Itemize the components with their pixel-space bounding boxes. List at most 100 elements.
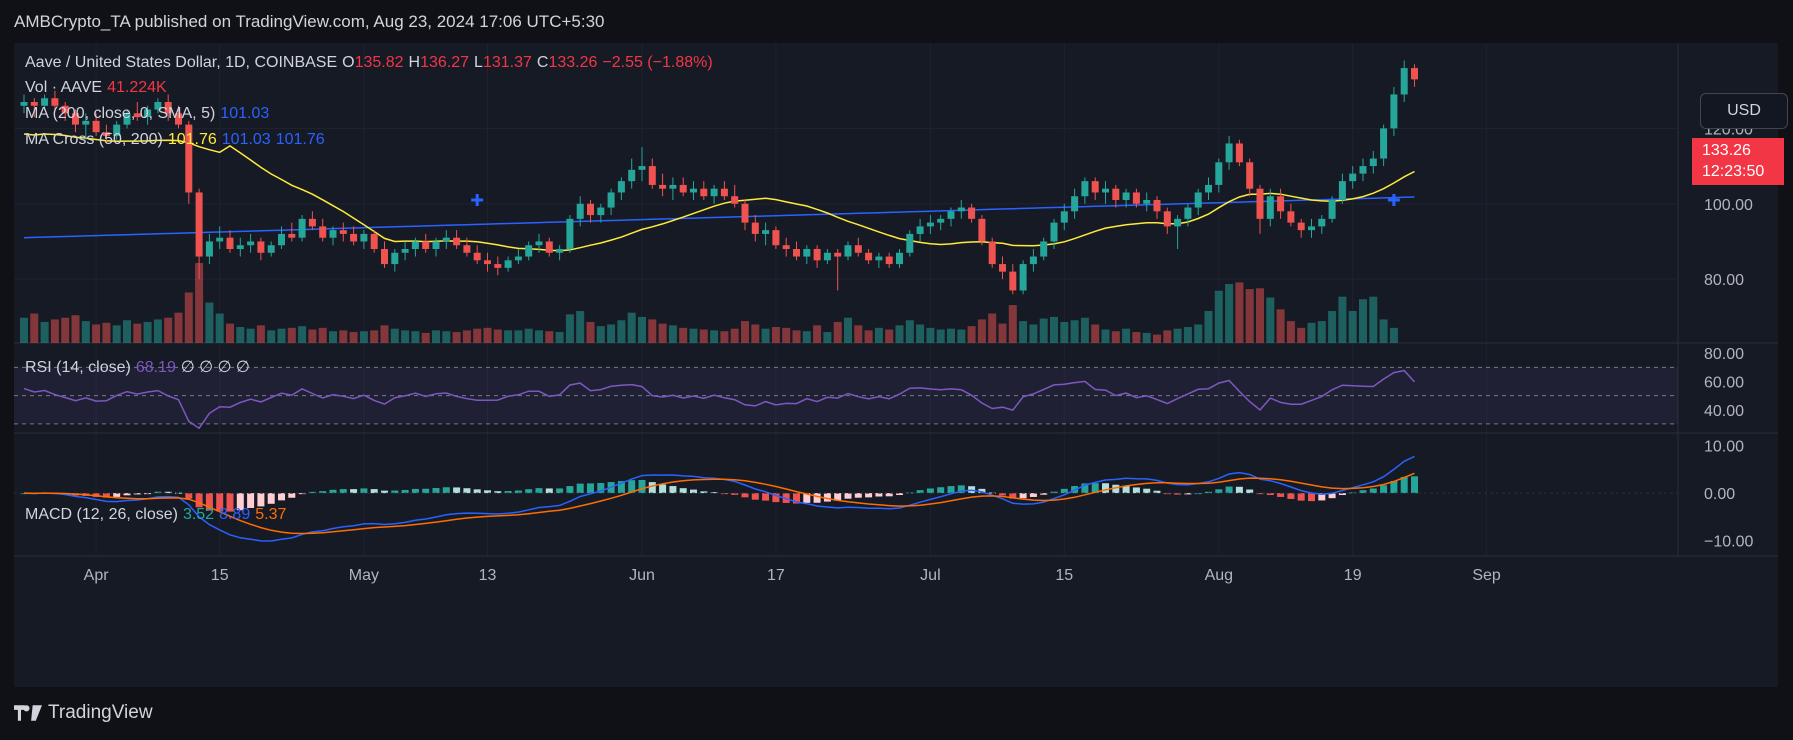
- low-value: 131.37: [482, 54, 532, 71]
- volume-bar: [514, 330, 523, 343]
- candle-body: [803, 249, 811, 257]
- candle-body: [298, 218, 306, 238]
- volume-bar: [535, 330, 543, 343]
- macd-histogram-bar: [1369, 488, 1377, 494]
- volume-bar: [947, 328, 955, 343]
- candle-body: [576, 203, 584, 219]
- rsi-extra: ∅ ∅ ∅ ∅: [180, 359, 250, 376]
- macd-histogram-bar: [741, 493, 749, 498]
- candle-body: [669, 184, 677, 189]
- price-tag-countdown: 12:23:50: [1702, 163, 1765, 180]
- candle-body: [1256, 188, 1264, 219]
- volume-bar: [411, 331, 420, 343]
- volume-bar: [1019, 321, 1028, 343]
- volume-bar: [1183, 327, 1192, 343]
- symbol-legend: Aave / United States Dollar, 1D, COINBAS…: [25, 54, 718, 72]
- ma-cross-legend: MA Cross (50, 200) 101.76 101.03 101.76: [25, 131, 330, 149]
- volume-bar: [1286, 321, 1295, 343]
- candle-body: [525, 245, 533, 257]
- macd-histogram-bar: [926, 488, 934, 494]
- candle-body: [484, 260, 491, 265]
- volume-bar: [916, 324, 925, 343]
- candle-body: [1060, 211, 1068, 223]
- volume-bar: [689, 328, 698, 343]
- candle-body: [545, 241, 553, 253]
- candle-body: [473, 252, 481, 261]
- candle-body: [1277, 196, 1285, 212]
- candle-body: [906, 233, 914, 253]
- macd-histogram-bar: [1277, 493, 1285, 497]
- candle-body: [1163, 211, 1171, 227]
- candle-body: [411, 241, 419, 249]
- volume-bar: [1389, 327, 1398, 343]
- volume-bar: [20, 317, 28, 343]
- close-value: 133.26: [548, 54, 598, 71]
- volume-bar: [504, 330, 513, 343]
- volume-bar: [926, 327, 935, 343]
- high-label: H: [408, 54, 421, 71]
- volume-bar: [256, 325, 265, 343]
- macd-axis-label: 10.00: [1704, 439, 1744, 456]
- candle-body: [226, 237, 234, 249]
- volume-bar: [329, 331, 337, 343]
- x-axis-label: 19: [1344, 567, 1362, 584]
- tradingview-logo-text: TradingView: [48, 702, 153, 723]
- macd-histogram-bar: [1287, 493, 1295, 499]
- candle-body: [1328, 200, 1336, 219]
- candle-body: [844, 245, 852, 257]
- volume-bar: [1163, 330, 1172, 343]
- macd-histogram-bar: [669, 486, 677, 494]
- volume-bar: [421, 332, 430, 343]
- volume-bar: [61, 317, 70, 343]
- volume-bar: [153, 319, 162, 343]
- rsi-axis-label: 60.00: [1704, 375, 1744, 392]
- volume-bar: [112, 325, 121, 343]
- macd-histogram-bar: [463, 488, 471, 494]
- volume-bar: [627, 312, 636, 343]
- candle-body: [1194, 192, 1202, 208]
- x-axis-label: 13: [479, 567, 497, 584]
- candle-body: [1071, 196, 1079, 212]
- tradingview-logo[interactable]: TradingView: [14, 702, 153, 724]
- macd-value: 3.52: [182, 506, 215, 523]
- candle-body: [1009, 271, 1017, 291]
- candle-body: [947, 211, 955, 219]
- candle-body: [453, 237, 461, 246]
- symbol-label: Aave / United States Dollar, 1D, COINBAS…: [25, 54, 338, 71]
- volume-bar: [432, 330, 440, 343]
- candle-body: [401, 249, 409, 253]
- macd-histogram-bar: [545, 488, 553, 494]
- x-axis-label: 15: [211, 567, 229, 584]
- macd-histogram-bar: [1102, 483, 1109, 494]
- x-axis-label: Apr: [84, 567, 110, 584]
- volume-bar: [751, 324, 760, 343]
- volume-bar: [442, 331, 451, 343]
- volume-bar: [1266, 297, 1275, 343]
- volume-bar: [668, 325, 677, 343]
- volume-bar: [184, 292, 193, 343]
- ma-cross-value-b: 101.03: [221, 131, 271, 148]
- candle-body: [1390, 94, 1398, 129]
- macd-histogram-bar: [659, 484, 667, 494]
- macd-histogram-bar: [278, 493, 285, 501]
- volume-bar: [658, 323, 667, 343]
- volume-bar: [895, 325, 904, 343]
- volume-bar: [1369, 296, 1378, 343]
- candle-body: [1349, 173, 1357, 182]
- candle-body: [432, 241, 440, 249]
- candle-body: [278, 233, 285, 246]
- candle-body: [463, 245, 471, 253]
- candle-body: [1050, 222, 1058, 242]
- macd-histogram-bar: [1297, 493, 1305, 501]
- volume-bar: [1070, 320, 1079, 343]
- currency-button[interactable]: USD: [1700, 93, 1788, 129]
- macd-histogram-bar: [576, 483, 584, 494]
- macd-histogram-bar: [648, 482, 656, 494]
- volume-bar: [81, 321, 90, 343]
- candle-body: [319, 226, 327, 238]
- candle-body: [1400, 68, 1408, 95]
- chart-panel[interactable]: 120.00 100.00 80.00 80.00 60.00 40.00 10.00 0.0…: [14, 43, 1788, 687]
- candle-body: [267, 245, 275, 253]
- volume-bar: [1348, 311, 1357, 343]
- macd-histogram-bar: [257, 493, 265, 507]
